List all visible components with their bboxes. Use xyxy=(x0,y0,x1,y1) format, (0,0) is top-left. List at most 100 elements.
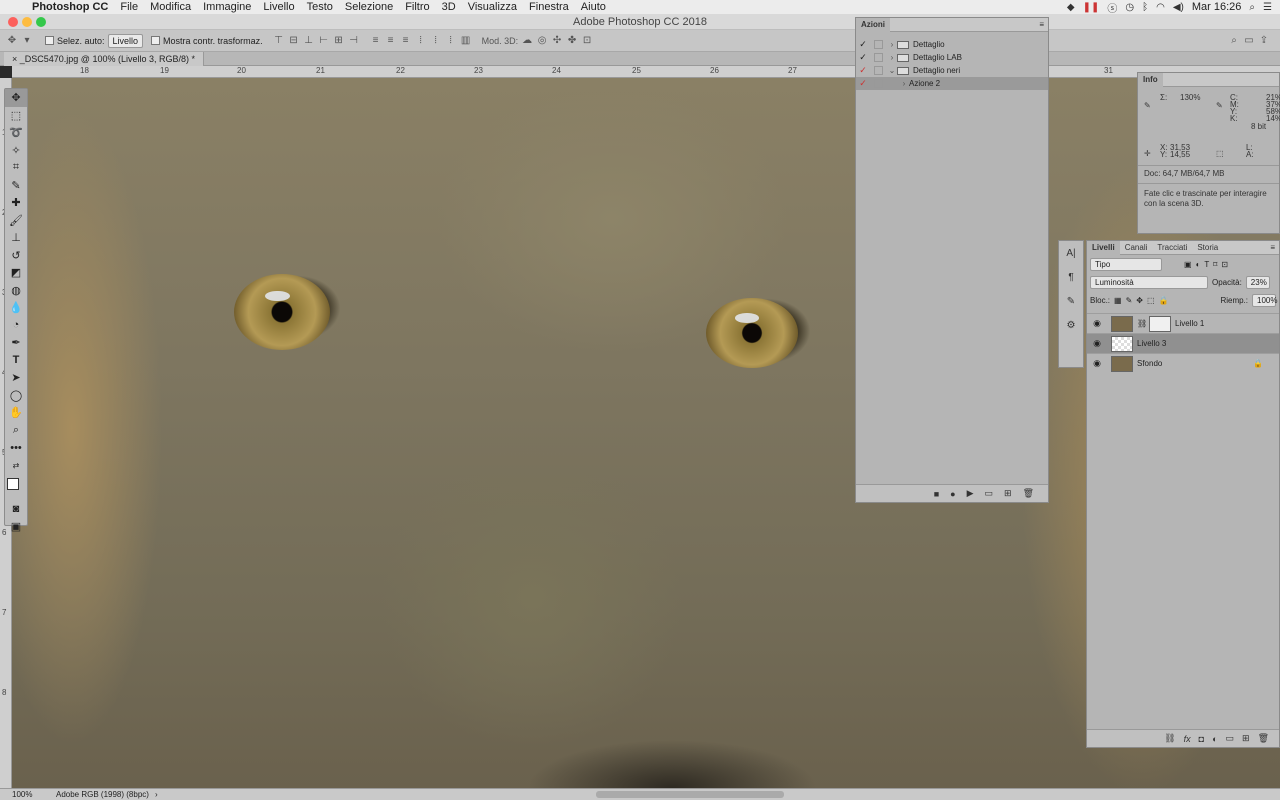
new-group-icon[interactable]: ▭ xyxy=(1226,733,1235,744)
lasso-tool-icon[interactable]: ➰ xyxy=(5,124,27,142)
bluetooth-icon[interactable]: ᛒ xyxy=(1142,2,1148,13)
layer-row[interactable]: ◉ Sfondo 🔒 xyxy=(1087,353,1279,373)
zoom-level[interactable]: 100% xyxy=(12,789,32,800)
more-tools-icon[interactable]: ••• xyxy=(5,439,27,457)
brush-tool-icon[interactable]: 🖌 xyxy=(5,212,27,230)
action-set-row[interactable]: ✓ › Dettaglio LAB xyxy=(856,51,1048,64)
tab-storia[interactable]: Storia xyxy=(1192,241,1223,255)
delete-layer-icon[interactable]: 🗑 xyxy=(1258,733,1269,744)
tab-canali[interactable]: Canali xyxy=(1120,241,1153,255)
layer-row[interactable]: ◉ ⛓ Livello 1 xyxy=(1087,313,1279,333)
orbit-3d-icon[interactable]: ☁ xyxy=(521,35,533,47)
menu-modifica[interactable]: Modifica xyxy=(144,1,197,13)
align-top-icon[interactable]: ⊤ xyxy=(273,35,285,47)
distribute-vcenter-icon[interactable]: ≡ xyxy=(385,35,397,47)
layer-mask-thumbnail[interactable] xyxy=(1149,315,1171,332)
menu-visualizza[interactable]: Visualizza xyxy=(462,1,523,13)
distribute-left-icon[interactable]: ⦙ xyxy=(415,35,427,47)
expand-arrow-icon[interactable]: › xyxy=(887,40,897,49)
lock-transparency-icon[interactable]: ▦ xyxy=(1114,296,1122,305)
align-hcenter-icon[interactable]: ⊞ xyxy=(333,35,345,47)
new-layer-icon[interactable]: ⊞ xyxy=(1242,733,1250,744)
notification-center-icon[interactable]: ☰ xyxy=(1263,2,1272,13)
magic-wand-tool-icon[interactable]: ✧ xyxy=(5,142,27,160)
status-menu-chevron-icon[interactable]: › xyxy=(155,789,158,800)
move-tool-icon[interactable]: ✥ xyxy=(6,35,18,47)
zoom-tool-icon[interactable]: ⌕ xyxy=(5,422,27,440)
lock-position-icon[interactable]: ✥ xyxy=(1136,296,1143,305)
minimize-window-button[interactable] xyxy=(22,17,32,27)
align-bottom-icon[interactable]: ⊥ xyxy=(303,35,315,47)
action-set-row[interactable]: ✓ › Dettaglio xyxy=(856,38,1048,51)
new-set-folder-icon[interactable]: ▭ xyxy=(985,488,994,499)
filter-pixel-icon[interactable]: ▣ xyxy=(1184,260,1192,269)
move-tool-icon[interactable]: ✥ xyxy=(5,89,27,107)
layer-row[interactable]: ◉ Livello 3 xyxy=(1087,333,1279,353)
visibility-eye-icon[interactable]: ◉ xyxy=(1087,338,1107,349)
menu-3d[interactable]: 3D xyxy=(436,1,462,13)
workspace-icon[interactable]: ▭ xyxy=(1243,35,1255,47)
filter-adjustment-icon[interactable]: ◐ xyxy=(1196,260,1201,269)
tab-tracciati[interactable]: Tracciati xyxy=(1152,241,1192,255)
scale-3d-icon[interactable]: ⊡ xyxy=(581,35,593,47)
stop-icon[interactable]: ■ xyxy=(934,489,939,499)
ellipse-tool-icon[interactable]: ◯ xyxy=(5,387,27,405)
roll-3d-icon[interactable]: ◎ xyxy=(536,35,548,47)
expand-arrow-icon[interactable]: › xyxy=(887,53,897,62)
eraser-tool-icon[interactable]: ◩ xyxy=(5,264,27,282)
mask-link-icon[interactable]: ⛓ xyxy=(1137,319,1147,328)
menu-testo[interactable]: Testo xyxy=(301,1,339,13)
auto-select-checkbox[interactable] xyxy=(45,36,54,45)
dialog-toggle-box[interactable] xyxy=(874,53,883,62)
healing-brush-tool-icon[interactable]: ✚ xyxy=(5,194,27,212)
action-row[interactable]: ✓ › Azione 2 xyxy=(856,77,1048,90)
type-tool-icon[interactable]: T xyxy=(5,352,27,370)
menubar-clock[interactable]: Mar 16:26 xyxy=(1192,1,1242,13)
share-icon[interactable]: ⇪ xyxy=(1258,35,1270,47)
tab-livelli[interactable]: Livelli xyxy=(1087,240,1120,255)
search-icon[interactable]: ⌕ xyxy=(1228,35,1240,47)
character-panel-icon[interactable]: A| xyxy=(1059,241,1083,265)
lock-artboard-icon[interactable]: ⬚ xyxy=(1147,296,1155,305)
expand-arrow-icon[interactable]: › xyxy=(899,79,909,88)
distribute-right-icon[interactable]: ⦙ xyxy=(445,35,457,47)
skype-icon[interactable]: ⓢ xyxy=(1107,0,1117,15)
visibility-eye-icon[interactable]: ◉ xyxy=(1087,318,1107,329)
screen-mode-icon[interactable]: ▣ xyxy=(5,518,27,536)
lock-all-icon[interactable]: 🔒 xyxy=(1159,296,1169,305)
panel-menu-icon[interactable]: ≡ xyxy=(1270,243,1279,252)
wifi-icon[interactable]: ◠ xyxy=(1156,2,1165,13)
add-mask-icon[interactable]: ◘ xyxy=(1199,734,1204,744)
distribute-bottom-icon[interactable]: ≡ xyxy=(400,35,412,47)
tab-azioni[interactable]: Azioni xyxy=(856,17,890,32)
fill-input[interactable]: 100% xyxy=(1252,293,1277,307)
paint-bucket-tool-icon[interactable]: ◍ xyxy=(5,282,27,300)
document-profile[interactable]: Adobe RGB (1998) (8bpc) xyxy=(56,789,149,800)
menu-file[interactable]: File xyxy=(114,1,144,13)
play-icon[interactable]: ▶ xyxy=(967,488,974,499)
document-tab[interactable]: × _DSC5470.jpg @ 100% (Livello 3, RGB/8)… xyxy=(4,52,204,66)
auto-align-icon[interactable]: ▥ xyxy=(460,35,472,47)
align-left-icon[interactable]: ⊢ xyxy=(318,35,330,47)
collapse-arrow-icon[interactable]: ⌄ xyxy=(887,66,897,75)
menu-finestra[interactable]: Finestra xyxy=(523,1,575,13)
eyedropper-tool-icon[interactable]: ✎ xyxy=(5,177,27,195)
parallels-icon[interactable]: ❚❚ xyxy=(1083,2,1100,13)
dodge-tool-icon[interactable]: ◔ xyxy=(5,317,27,335)
link-layers-icon[interactable]: ⛓ xyxy=(1164,733,1175,744)
clone-stamp-tool-icon[interactable]: ⊥ xyxy=(5,229,27,247)
filter-type-icon[interactable]: T xyxy=(1204,260,1209,269)
auto-select-dropdown[interactable]: Livello xyxy=(107,33,144,48)
close-tab-icon[interactable]: × xyxy=(12,54,20,64)
distribute-hcenter-icon[interactable]: ⦙ xyxy=(430,35,442,47)
new-action-icon[interactable]: ⊞ xyxy=(1004,488,1012,499)
panel-menu-icon[interactable]: ≡ xyxy=(1039,20,1048,29)
dialog-toggle-box[interactable] xyxy=(874,66,883,75)
dialog-toggle-box[interactable] xyxy=(874,79,883,88)
action-toggle-check-icon[interactable]: ✓ xyxy=(856,52,870,63)
menu-app-name[interactable]: Photoshop CC xyxy=(26,1,114,13)
swap-colors-icon[interactable]: ⇄ xyxy=(5,457,27,475)
foreground-color-swatch[interactable] xyxy=(7,478,19,490)
opacity-input[interactable]: 23% xyxy=(1245,275,1270,289)
align-vcenter-icon[interactable]: ⊟ xyxy=(288,35,300,47)
